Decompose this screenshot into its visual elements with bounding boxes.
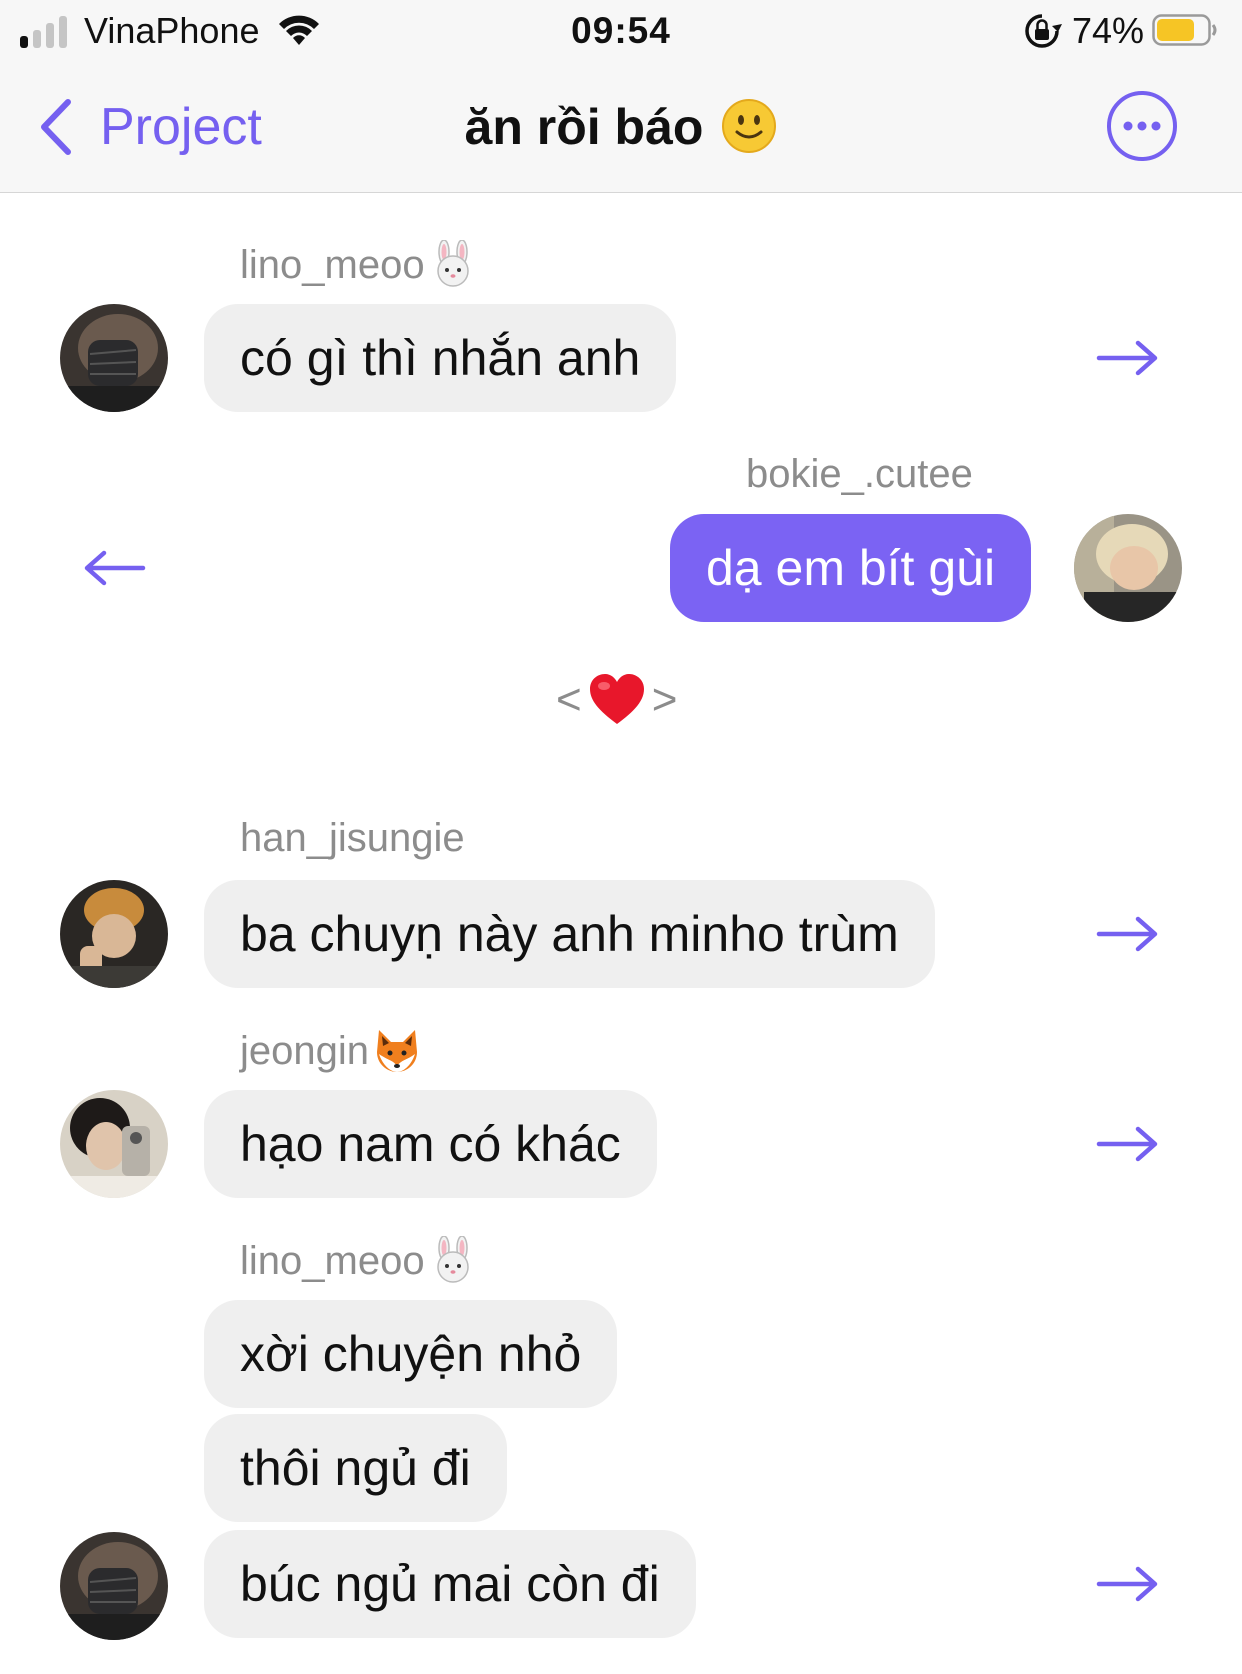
reaction-next[interactable]: > — [652, 675, 678, 725]
message-bubble[interactable]: xời chuyện nhỏ — [204, 1300, 618, 1408]
sender-name: lino_meoo — [240, 1236, 477, 1284]
avatar-photo — [60, 880, 168, 988]
forward-arrow-icon[interactable] — [1096, 914, 1160, 954]
message-bubble[interactable]: ba chuyṇ này anh minho trùm — [204, 880, 935, 988]
reaction-prev[interactable]: < — [556, 675, 582, 725]
avatar-photo — [60, 304, 168, 412]
status-bar: VinaPhone 09:54 74% — [0, 0, 1242, 64]
sender-name-text: lino_meoo — [240, 243, 425, 287]
sender-name-text: jeongin — [240, 1029, 370, 1073]
reaction-picker[interactable]: < > — [556, 668, 677, 732]
avatar-photo — [60, 1532, 168, 1640]
sender-name: lino_meoo — [240, 240, 477, 288]
forward-arrow-icon[interactable] — [1096, 1124, 1160, 1164]
sender-name-text: lino_meoo — [240, 1239, 425, 1283]
message-bubble[interactable]: hạo nam có khác — [204, 1090, 657, 1198]
slightly-smiling-face-icon — [722, 99, 777, 153]
message-bubble[interactable]: búc ngủ mai còn đi — [204, 1530, 696, 1638]
fox-face-icon — [377, 1030, 418, 1072]
my-message-bubble[interactable]: dạ em bít gùi — [670, 514, 1032, 622]
battery-percent: 74% — [1072, 10, 1145, 51]
message-bubble[interactable]: có gì thì nhắn anh — [204, 304, 677, 412]
red-heart-icon[interactable] — [588, 672, 646, 728]
sender-name: han_jisungie — [240, 816, 465, 860]
avatar[interactable] — [60, 880, 168, 988]
rabbit-face-icon — [436, 1236, 469, 1283]
sender-name: jeongin — [240, 1026, 421, 1074]
message-bubble[interactable]: thôi ngủ đi — [204, 1414, 507, 1522]
avatar-photo — [60, 1090, 168, 1198]
top-bar: VinaPhone 09:54 74% Project ăn rồi báo — [0, 0, 1242, 193]
avatar[interactable] — [60, 1090, 168, 1198]
avatar[interactable] — [60, 1532, 168, 1640]
back-arrow-icon[interactable] — [82, 548, 146, 588]
chat-title-text: ăn rồi báo — [464, 99, 704, 155]
rotation-lock-icon — [1025, 14, 1062, 48]
avatar[interactable] — [60, 304, 168, 412]
more-options-icon[interactable] — [1106, 90, 1178, 162]
forward-arrow-icon[interactable] — [1096, 1564, 1160, 1604]
forward-arrow-icon[interactable] — [1096, 338, 1160, 378]
avatar-photo — [1074, 514, 1182, 622]
sender-name: bokie_.cutee — [746, 452, 973, 496]
rabbit-face-icon — [436, 240, 469, 287]
chat-title: ăn rồi báo — [0, 98, 1242, 156]
battery-icon — [1152, 14, 1217, 46]
my-avatar[interactable] — [1074, 514, 1182, 622]
